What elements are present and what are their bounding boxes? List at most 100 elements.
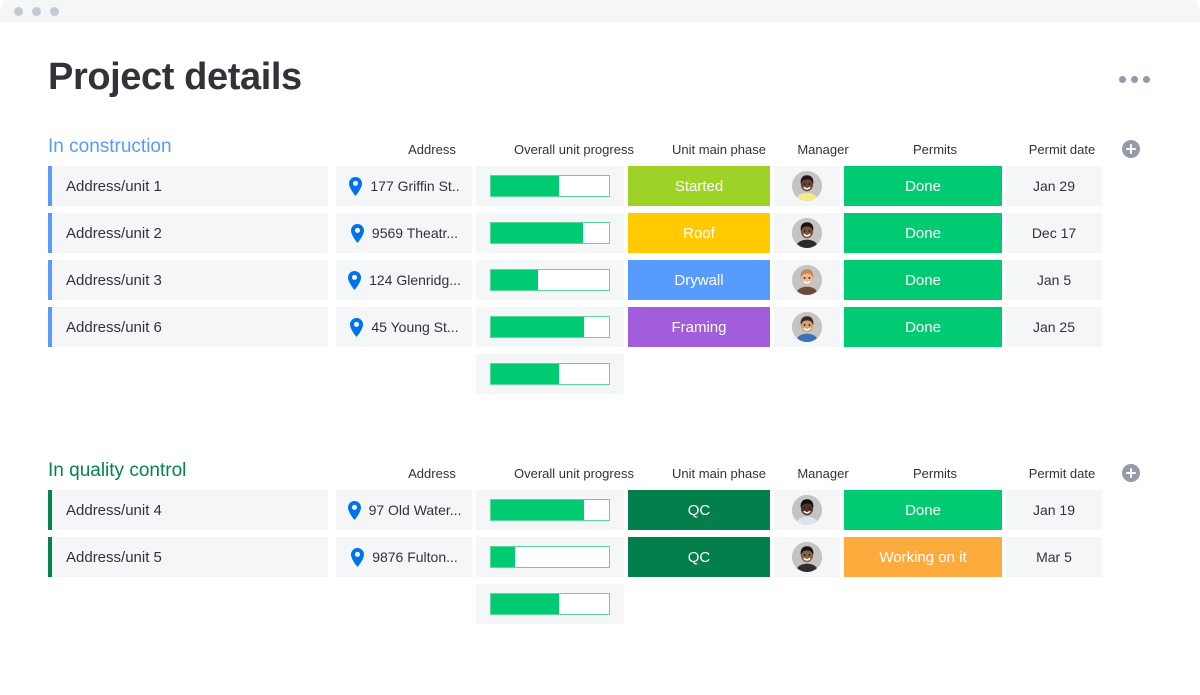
cell-progress[interactable] — [476, 213, 624, 253]
cell-address[interactable]: 45 Young St... — [336, 307, 472, 347]
status-badge: Done — [844, 490, 1002, 530]
row-name-cell[interactable]: Address/unit 2 — [48, 213, 328, 253]
progress-bar — [490, 546, 610, 568]
cell-phase[interactable]: Roof — [628, 213, 770, 253]
status-badge: Done — [844, 260, 1002, 300]
page-header: Project details — [48, 22, 1152, 96]
column-header-progress: Overall unit progress — [514, 466, 634, 481]
cell-permit-date[interactable]: Dec 17 — [1006, 213, 1102, 253]
location-pin-icon — [351, 547, 365, 567]
phase-label: Roof — [683, 224, 715, 242]
column-header-phase: Unit main phase — [672, 142, 766, 157]
avatar-image — [792, 542, 822, 572]
location-pin-icon — [349, 176, 363, 196]
avatar — [792, 265, 822, 295]
address-text: 177 Griffin St.. — [370, 178, 460, 194]
add-column-icon[interactable] — [1122, 140, 1140, 158]
cell-permits[interactable]: Done — [844, 166, 1002, 206]
cell-phase[interactable]: Framing — [628, 307, 770, 347]
progress-bar-fill — [491, 270, 539, 290]
cell-address[interactable]: 9876 Fulton... — [336, 537, 472, 577]
window-titlebar — [0, 0, 1200, 22]
address-text: 124 Glenridg... — [369, 272, 461, 288]
status-label: Done — [905, 177, 941, 195]
phase-chip: QC — [628, 490, 770, 530]
avatar-image — [792, 265, 822, 295]
add-column-icon[interactable] — [1122, 464, 1140, 482]
permit-date-text: Dec 17 — [1031, 225, 1077, 241]
row-name: Address/unit 1 — [66, 177, 162, 195]
progress-bar — [490, 316, 610, 338]
column-header-date: Permit date — [1028, 466, 1096, 481]
row-name-cell[interactable]: Address/unit 3 — [48, 260, 328, 300]
kebab-menu-icon[interactable] — [1119, 76, 1150, 83]
table-row[interactable]: Address/unit 3 124 Glenridg... Drywall Done… — [48, 260, 1152, 300]
cell-permits[interactable]: Working on it — [844, 537, 1002, 577]
cell-summary-progress[interactable] — [476, 584, 624, 624]
table-row[interactable]: Address/unit 6 45 Young St... Framing Done J… — [48, 307, 1152, 347]
cell-manager[interactable] — [774, 537, 840, 577]
row-name-cell[interactable]: Address/unit 5 — [48, 537, 328, 577]
column-headers: Address Overall unit progress Unit main ph… — [364, 140, 1152, 158]
progress-bar-fill — [491, 547, 515, 567]
row-name-cell[interactable]: Address/unit 4 — [48, 490, 328, 530]
cell-address[interactable]: 9569 Theatr... — [336, 213, 472, 253]
table-row[interactable]: Address/unit 4 97 Old Water... QC Done Jan 1… — [48, 490, 1152, 530]
phase-chip: Framing — [628, 307, 770, 347]
avatar — [792, 171, 822, 201]
address-text: 45 Young St... — [371, 319, 459, 335]
group-title[interactable]: In construction — [48, 136, 172, 158]
window-dot-maximize[interactable] — [50, 6, 59, 16]
cell-phase[interactable]: Started — [628, 166, 770, 206]
phase-chip: Started — [628, 166, 770, 206]
column-headers: Address Overall unit progress Unit main ph… — [364, 464, 1152, 482]
cell-empty — [1106, 537, 1148, 577]
cell-address[interactable]: 177 Griffin St.. — [336, 166, 472, 206]
group-header-row: In quality control Address Overall unit pr… — [48, 456, 1152, 482]
location-pin-icon — [350, 223, 364, 243]
column-header-progress: Overall unit progress — [514, 142, 634, 157]
cell-manager[interactable] — [774, 166, 840, 206]
cell-manager[interactable] — [774, 260, 840, 300]
progress-bar — [490, 499, 610, 521]
cell-manager[interactable] — [774, 307, 840, 347]
cell-progress[interactable] — [476, 166, 624, 206]
progress-bar — [490, 222, 610, 244]
cell-permits[interactable]: Done — [844, 490, 1002, 530]
row-name-cell[interactable]: Address/unit 6 — [48, 307, 328, 347]
table-row[interactable]: Address/unit 1 177 Griffin St.. Started Don… — [48, 166, 1152, 206]
cell-progress[interactable] — [476, 307, 624, 347]
group-rows: Address/unit 4 97 Old Water... QC Done Jan 1… — [48, 490, 1152, 624]
cell-permit-date[interactable]: Jan 29 — [1006, 166, 1102, 206]
cell-permit-date[interactable]: Jan 25 — [1006, 307, 1102, 347]
cell-progress[interactable] — [476, 260, 624, 300]
location-pin-icon — [347, 500, 361, 520]
phase-chip: Drywall — [628, 260, 770, 300]
window-dot-close[interactable] — [14, 6, 23, 16]
cell-permits[interactable]: Done — [844, 213, 1002, 253]
progress-bar-fill — [491, 500, 585, 520]
cell-phase[interactable]: QC — [628, 490, 770, 530]
cell-permit-date[interactable]: Jan 5 — [1006, 260, 1102, 300]
cell-address[interactable]: 97 Old Water... — [336, 490, 472, 530]
cell-empty — [1106, 166, 1148, 206]
row-name-cell[interactable]: Address/unit 1 — [48, 166, 328, 206]
permit-date-text: Jan 25 — [1032, 319, 1076, 335]
window-dot-minimize[interactable] — [32, 6, 41, 16]
cell-manager[interactable] — [774, 213, 840, 253]
cell-progress[interactable] — [476, 537, 624, 577]
cell-permit-date[interactable]: Jan 19 — [1006, 490, 1102, 530]
cell-address[interactable]: 124 Glenridg... — [336, 260, 472, 300]
group-title[interactable]: In quality control — [48, 460, 186, 482]
cell-progress[interactable] — [476, 490, 624, 530]
table-row[interactable]: Address/unit 2 9569 Theatr... Roof Done Dec … — [48, 213, 1152, 253]
cell-permits[interactable]: Done — [844, 260, 1002, 300]
status-label: Done — [905, 501, 941, 519]
cell-phase[interactable]: QC — [628, 537, 770, 577]
cell-summary-progress[interactable] — [476, 354, 624, 394]
cell-permit-date[interactable]: Mar 5 — [1006, 537, 1102, 577]
table-row[interactable]: Address/unit 5 9876 Fulton... QC Working on… — [48, 537, 1152, 577]
cell-manager[interactable] — [774, 490, 840, 530]
cell-permits[interactable]: Done — [844, 307, 1002, 347]
cell-phase[interactable]: Drywall — [628, 260, 770, 300]
